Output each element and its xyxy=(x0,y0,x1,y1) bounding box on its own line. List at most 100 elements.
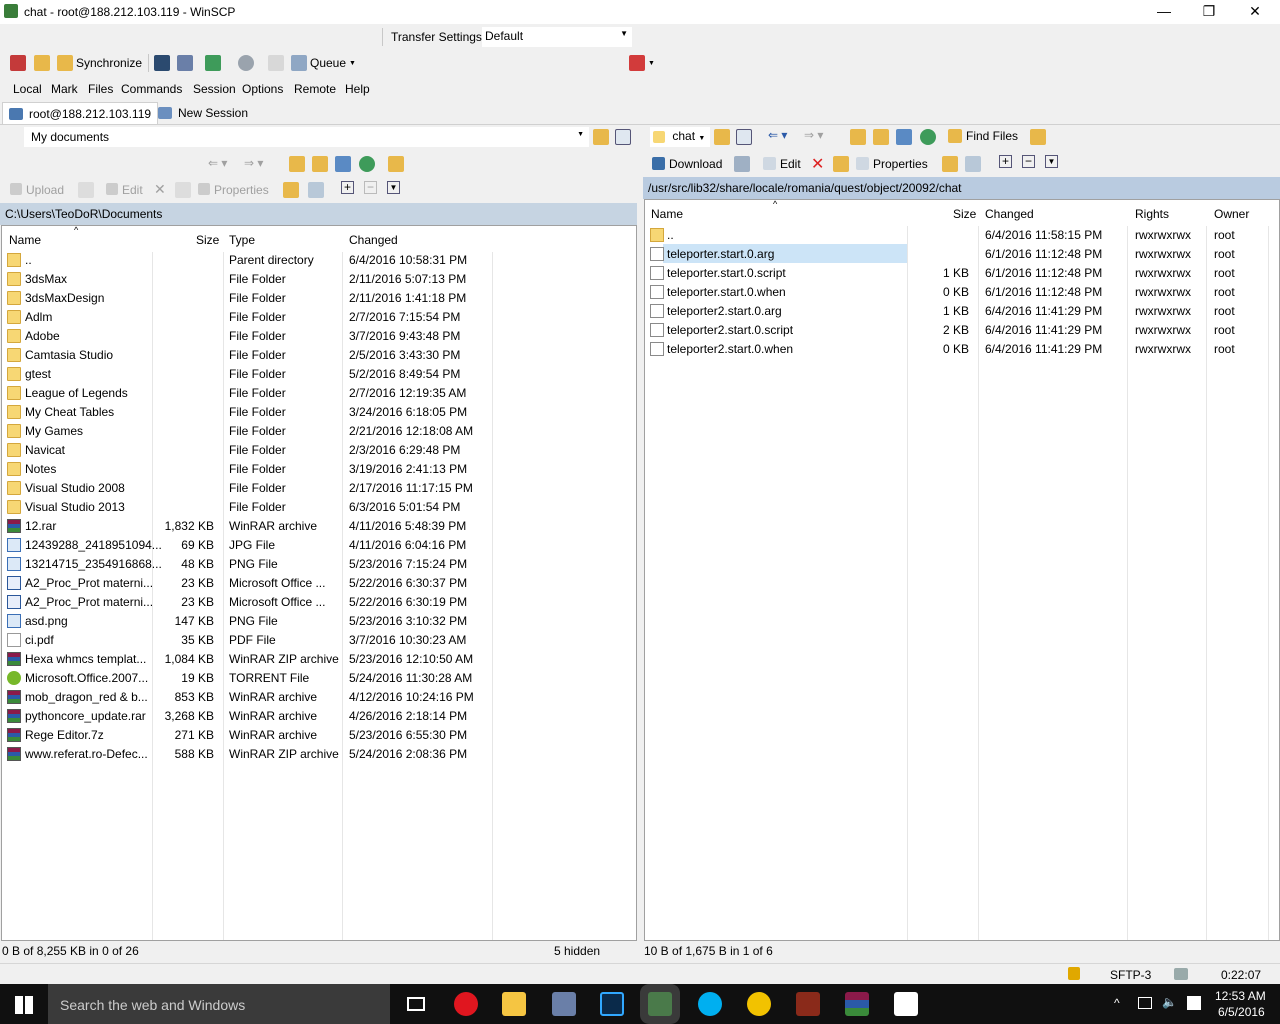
left-location-select[interactable]: My documents ▼ xyxy=(24,127,589,147)
local-file-row[interactable]: gtest File Folder 5/2/2016 8:49:54 PM xyxy=(2,364,636,383)
remote-file-row[interactable]: teleporter2.start.0.script 2 KB 6/4/2016 1… xyxy=(645,320,1279,339)
remote-file-row[interactable]: .. 6/4/2016 11:58:15 PM rwxrwxrwx root xyxy=(645,225,1279,244)
volume-icon[interactable]: 🔈 xyxy=(1162,995,1177,1009)
local-file-row[interactable]: Navicat File Folder 2/3/2016 6:29:48 PM xyxy=(2,440,636,459)
tab-session[interactable]: root@188.212.103.119 xyxy=(2,102,159,124)
notifications-icon[interactable] xyxy=(1187,996,1201,1010)
right-file-list[interactable]: Name ^ Size Changed Rights Owner .. 6/4/2… xyxy=(644,199,1280,941)
forward-icon[interactable]: ⇒ ▾ xyxy=(804,128,823,142)
local-file-row[interactable]: Rege Editor.7z 271 KB WinRAR archive 5/23/2… xyxy=(2,725,636,744)
right-location-select[interactable]: chat ▼ xyxy=(650,127,710,147)
clock-time[interactable]: 12:53 AM xyxy=(1215,989,1266,1003)
column-name[interactable]: Name xyxy=(9,233,41,247)
local-file-row[interactable]: www.referat.ro-Defec... 588 KB WinRAR ZIP … xyxy=(2,744,636,763)
console-button[interactable] xyxy=(154,54,170,72)
menu-local[interactable]: Local xyxy=(13,82,42,96)
local-file-row[interactable]: Adlm File Folder 2/7/2016 7:15:54 PM xyxy=(2,307,636,326)
maximize-button[interactable]: ❐ xyxy=(1186,0,1232,24)
open-folder-icon[interactable] xyxy=(714,129,730,145)
local-file-row[interactable]: League of Legends File Folder 2/7/2016 12:… xyxy=(2,383,636,402)
home-icon[interactable] xyxy=(896,129,912,145)
putty-button[interactable] xyxy=(177,54,193,72)
filter-icon[interactable] xyxy=(736,129,752,145)
session-color-button[interactable]: ▼ xyxy=(629,54,655,72)
rename-icon[interactable] xyxy=(833,156,849,172)
column-owner[interactable]: Owner xyxy=(1214,207,1249,221)
left-file-list[interactable]: Name ^ Size Type Changed .. Parent direct… xyxy=(1,225,637,941)
network-icon[interactable] xyxy=(1138,997,1152,1009)
find-files-button[interactable]: Find Files xyxy=(948,129,1018,143)
local-file-row[interactable]: asd.png 147 KB PNG File 5/23/2016 3:10:32 P… xyxy=(2,611,636,630)
local-file-row[interactable]: Camtasia Studio File Folder 2/5/2016 3:43:… xyxy=(2,345,636,364)
minimize-button[interactable]: — xyxy=(1141,0,1187,24)
local-file-row[interactable]: A2_Proc_Prot materni... 23 KB Microsoft Of… xyxy=(2,573,636,592)
edit-button[interactable]: Edit xyxy=(106,183,143,197)
local-file-row[interactable]: Visual Studio 2013 File Folder 6/3/2016 5:… xyxy=(2,497,636,516)
new-file-icon[interactable] xyxy=(965,156,981,172)
menu-session[interactable]: Session xyxy=(193,82,236,96)
close-button[interactable]: ✕ xyxy=(1232,0,1278,24)
local-file-row[interactable]: pythoncore_update.rar 3,268 KB WinRAR arch… xyxy=(2,706,636,725)
network-app-icon[interactable] xyxy=(552,992,576,1016)
sync-browse-button[interactable] xyxy=(34,54,50,72)
filter-icon[interactable] xyxy=(615,129,631,145)
tree-icon[interactable] xyxy=(1030,129,1046,145)
winrar-taskbar-icon[interactable] xyxy=(845,992,869,1016)
photoshop-icon[interactable] xyxy=(600,992,624,1016)
back-icon[interactable]: ⇐ ▾ xyxy=(208,156,227,170)
remote-file-row[interactable]: teleporter2.start.0.when 0 KB 6/4/2016 11:… xyxy=(645,339,1279,358)
column-size[interactable]: Size xyxy=(196,233,219,247)
column-name[interactable]: Name xyxy=(651,207,683,221)
column-rights[interactable]: Rights xyxy=(1135,207,1169,221)
parent-dir-icon[interactable] xyxy=(850,129,866,145)
local-file-row[interactable]: ci.pdf 35 KB PDF File 3/7/2016 10:30:23 AM xyxy=(2,630,636,649)
local-file-row[interactable]: Microsoft.Office.2007... 19 KB TORRENT Fil… xyxy=(2,668,636,687)
local-file-row[interactable]: Adobe File Folder 3/7/2016 9:43:48 PM xyxy=(2,326,636,345)
taskbar-search[interactable]: Search the web and Windows xyxy=(48,984,390,1024)
column-type[interactable]: Type xyxy=(229,233,255,247)
forward-icon[interactable]: ⇒ ▾ xyxy=(244,156,263,170)
select-all-icon[interactable]: + xyxy=(999,155,1012,168)
local-file-row[interactable]: .. Parent directory 6/4/2016 10:58:31 PM xyxy=(2,250,636,269)
windows-start-icon[interactable] xyxy=(15,996,33,1014)
local-file-row[interactable]: My Games File Folder 2/21/2016 12:18:08 AM xyxy=(2,421,636,440)
tray-chevron-icon[interactable]: ^ xyxy=(1114,996,1120,1010)
messenger-icon[interactable] xyxy=(747,992,771,1016)
local-file-row[interactable]: 12439288_2418951094... 69 KB JPG File 4/11/… xyxy=(2,535,636,554)
delete-icon[interactable]: ✕ xyxy=(811,154,824,174)
refresh-icon[interactable] xyxy=(920,129,936,145)
skype-icon[interactable] xyxy=(698,992,722,1016)
root-dir-icon[interactable] xyxy=(312,156,328,172)
transfer-settings-select[interactable]: Default ▼ xyxy=(482,27,632,47)
menu-options[interactable]: Options xyxy=(242,82,283,96)
tab-new-session[interactable]: New Session xyxy=(152,102,254,124)
new-file-icon[interactable] xyxy=(308,182,324,198)
remote-file-row[interactable]: teleporter2.start.0.arg 1 KB 6/4/2016 11:4… xyxy=(645,301,1279,320)
unselect-icon[interactable]: − xyxy=(364,181,377,194)
local-file-row[interactable]: A2_Proc_Prot materni... 23 KB Microsoft Of… xyxy=(2,592,636,611)
task-view-icon[interactable] xyxy=(407,997,425,1011)
upload-button[interactable]: Upload xyxy=(10,183,64,197)
menu-help[interactable]: Help xyxy=(345,82,370,96)
properties-button[interactable]: Properties xyxy=(198,183,269,197)
delete-icon[interactable]: ✕ xyxy=(154,181,166,198)
properties-button[interactable]: Properties xyxy=(856,157,928,171)
local-file-row[interactable]: Notes File Folder 3/19/2016 2:41:13 PM xyxy=(2,459,636,478)
photos-icon[interactable] xyxy=(894,992,918,1016)
home-icon[interactable] xyxy=(335,156,351,172)
clipboard-button[interactable] xyxy=(268,54,284,72)
unselect-icon[interactable]: − xyxy=(1022,155,1035,168)
upload-options-icon[interactable] xyxy=(78,182,94,198)
compare-dirs-button[interactable] xyxy=(10,54,26,72)
download-button[interactable]: Download xyxy=(652,157,722,171)
select-all-icon[interactable]: + xyxy=(341,181,354,194)
open-folder-icon[interactable] xyxy=(593,129,609,145)
local-file-row[interactable]: Visual Studio 2008 File Folder 2/17/2016 1… xyxy=(2,478,636,497)
rename-icon[interactable] xyxy=(175,182,191,198)
menu-mark[interactable]: Mark xyxy=(51,82,78,96)
clock-date[interactable]: 6/5/2016 xyxy=(1218,1005,1265,1019)
filter-select-icon[interactable]: ▼ xyxy=(387,181,400,194)
new-folder-icon[interactable] xyxy=(283,182,299,198)
winscp-taskbar-icon[interactable] xyxy=(648,992,672,1016)
file-explorer-icon[interactable] xyxy=(502,992,526,1016)
